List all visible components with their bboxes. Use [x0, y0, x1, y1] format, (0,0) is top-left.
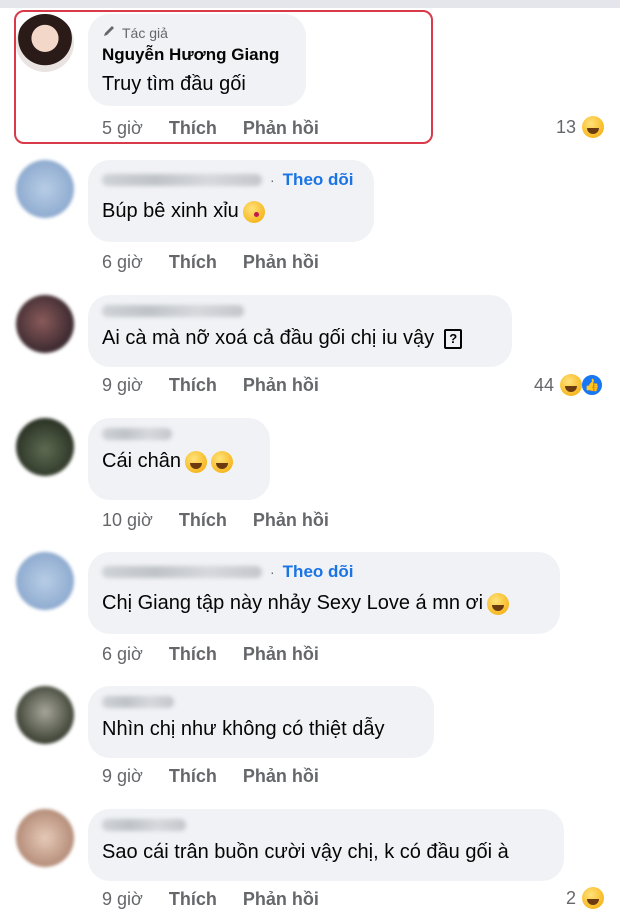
commenter-name-blurred[interactable]	[102, 305, 244, 317]
like-button[interactable]: Thích	[169, 252, 217, 273]
separator-dot: ·	[270, 172, 275, 188]
reaction-summary[interactable]: 44 👍	[534, 373, 604, 397]
avatar[interactable]	[16, 295, 74, 353]
comment-text: Chị Giang tập này nhảy Sexy Love á mn ơi	[102, 592, 484, 614]
comment-text: Ai cà mà nỡ xoá cả đầu gối chị iu vậy	[102, 327, 435, 349]
like-button[interactable]: Thích	[169, 766, 217, 787]
like-button[interactable]: Thích	[169, 118, 217, 139]
commenter-name-blurred[interactable]	[102, 174, 262, 186]
comment-actions: 6 giờ Thích Phản hồi	[102, 644, 319, 665]
reaction-count: 2	[565, 887, 576, 908]
comment-text: Sao cái trân buồn cười vậy chị, k có đầu…	[102, 841, 509, 863]
comment-actions: 10 giờ Thích Phản hồi	[102, 510, 329, 531]
avatar[interactable]	[16, 686, 74, 744]
author-tag-label: Tác giả	[122, 24, 168, 41]
comment-bubble: Sao cái trân buồn cười vậy chị, k có đầu…	[88, 809, 564, 881]
comment-actions: 9 giờ Thích Phản hồi	[102, 375, 319, 396]
unknown-glyph-icon: ?	[444, 328, 463, 349]
follow-button[interactable]: Theo dõi	[283, 562, 354, 582]
comment-time[interactable]: 9 giờ	[102, 889, 143, 910]
comment-time[interactable]: 9 giờ	[102, 375, 143, 396]
comment-bubble: Cái chân	[88, 418, 270, 500]
comment-time[interactable]: 5 giờ	[102, 118, 143, 139]
top-strip	[0, 0, 620, 8]
comment-time[interactable]: 6 giờ	[102, 252, 143, 273]
comment-bubble: · Theo dõi Chị Giang tập này nhảy Sexy L…	[88, 552, 560, 634]
comment-text: Truy tìm đầu gối	[102, 73, 246, 95]
separator-dot: ·	[270, 564, 275, 580]
commenter-name-blurred[interactable]	[102, 696, 174, 708]
comment-actions: 9 giờ Thích Phản hồi	[102, 889, 319, 910]
reply-button[interactable]: Phản hồi	[243, 375, 319, 396]
like-button[interactable]: Thích	[169, 644, 217, 665]
like-button[interactable]: Thích	[169, 375, 217, 396]
avatar[interactable]	[16, 552, 74, 610]
reply-button[interactable]: Phản hồi	[243, 889, 319, 910]
kissing-face-emoji-icon	[242, 200, 265, 223]
commenter-name-blurred[interactable]	[102, 819, 186, 831]
reaction-summary[interactable]: 13	[556, 116, 604, 138]
avatar[interactable]	[16, 160, 74, 218]
comment-bubble: · Theo dõi Búp bê xinh xỉu	[88, 160, 374, 242]
like-button[interactable]: Thích	[179, 510, 227, 531]
avatar[interactable]	[16, 809, 74, 867]
pencil-icon	[102, 24, 116, 41]
haha-emoji-icon	[582, 887, 604, 909]
comment-text: Nhìn chị như không có thiệt dẫy	[102, 718, 385, 740]
haha-emoji-icon	[560, 374, 582, 396]
comment-time[interactable]: 10 giờ	[102, 510, 153, 531]
comment-bubble: Nhìn chị như không có thiệt dẫy	[88, 686, 434, 758]
author-badge: Tác giả	[102, 24, 290, 41]
haha-emoji-icon	[582, 116, 604, 138]
comment-text-row: Cái chân	[102, 450, 254, 473]
laughing-emoji-icon	[487, 592, 510, 615]
reaction-count: 13	[555, 116, 576, 137]
comment-actions: 5 giờ Thích Phản hồi	[102, 118, 319, 139]
reply-button[interactable]: Phản hồi	[243, 118, 319, 139]
comment-text-row: Chị Giang tập này nhảy Sexy Love á mn ơi	[102, 592, 544, 615]
comment-text: Cái chân	[102, 450, 181, 472]
reply-button[interactable]: Phản hồi	[243, 252, 319, 273]
comment-actions: 9 giờ Thích Phản hồi	[102, 766, 319, 787]
comment-text-row: Ai cà mà nỡ xoá cả đầu gối chị iu vậy ?	[102, 327, 496, 350]
like-button[interactable]: Thích	[169, 889, 217, 910]
avatar[interactable]	[16, 418, 74, 476]
comment-actions: 6 giờ Thích Phản hồi	[102, 252, 319, 273]
avatar[interactable]	[16, 14, 74, 72]
reply-button[interactable]: Phản hồi	[253, 510, 329, 531]
comment-bubble: Tác giả Nguyễn Hương Giang Truy tìm đầu …	[88, 14, 306, 106]
comment-time[interactable]: 9 giờ	[102, 766, 143, 787]
comment-text-row: Búp bê xinh xỉu	[102, 200, 358, 223]
reaction-count: 44	[533, 374, 554, 395]
comment-text: Búp bê xinh xỉu	[102, 200, 239, 222]
reaction-summary[interactable]: 2	[566, 887, 604, 909]
comment-time[interactable]: 6 giờ	[102, 644, 143, 665]
rofl-emoji-icon	[210, 450, 233, 473]
like-reaction-icon: 👍	[580, 373, 604, 397]
rofl-emoji-icon	[184, 450, 207, 473]
commenter-name[interactable]: Nguyễn Hương Giang	[102, 45, 279, 65]
reply-button[interactable]: Phản hồi	[243, 766, 319, 787]
reply-button[interactable]: Phản hồi	[243, 644, 319, 665]
commenter-name-blurred[interactable]	[102, 566, 262, 578]
comment-bubble: Ai cà mà nỡ xoá cả đầu gối chị iu vậy ?	[88, 295, 512, 367]
follow-button[interactable]: Theo dõi	[283, 170, 354, 190]
commenter-name-blurred[interactable]	[102, 428, 172, 440]
